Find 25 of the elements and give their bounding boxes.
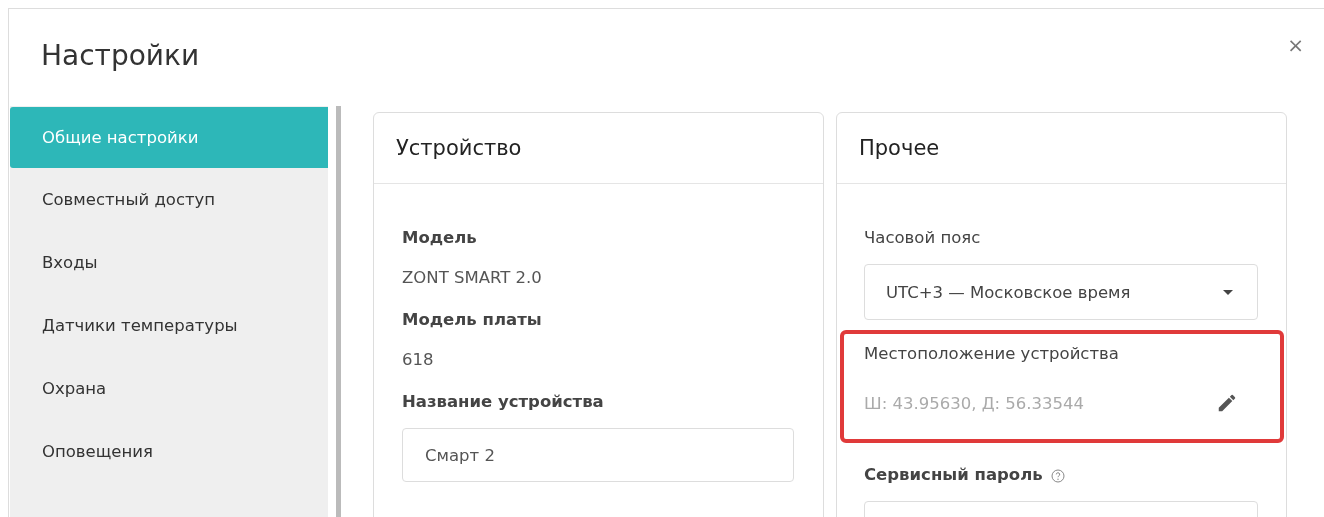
field-value: 618 xyxy=(402,350,435,371)
edit-icon[interactable] xyxy=(1216,392,1238,414)
card-title: Прочее xyxy=(837,113,1286,184)
card-title: Устройство xyxy=(374,113,823,184)
input-field[interactable]: Смарт 2 xyxy=(402,428,794,482)
coordinates-text: Ш: 43.95630, Д: 56.33544 xyxy=(864,393,1085,413)
sidebar-item[interactable]: Входы xyxy=(10,231,328,294)
field-value: ZONT SMART 2.0 xyxy=(402,268,543,289)
close-button[interactable]: × xyxy=(1283,31,1308,59)
field-label: Модель xyxy=(402,228,478,249)
field-label: Местоположение устройства xyxy=(864,344,1120,365)
field-label: Часовой пояс xyxy=(864,228,982,249)
field-label: Название устройства xyxy=(402,392,605,413)
field-label: Модель платы xyxy=(402,310,543,331)
sidebar-item[interactable]: Датчики температуры xyxy=(10,294,328,357)
timezone-dropdown[interactable]: UTC+3 — Московское время xyxy=(864,264,1258,320)
sidebar-item[interactable]: Совместный доступ xyxy=(10,168,328,231)
sidebar-item[interactable]: Оповещения xyxy=(10,420,328,483)
field-label: Сервисный пароль xyxy=(864,465,1043,486)
scrollbar[interactable] xyxy=(336,106,341,517)
window-title: Настройки xyxy=(41,39,200,74)
dropdown-value: UTC+3 — Московское время xyxy=(886,282,1131,302)
sidebar-item[interactable]: Охрана xyxy=(10,357,328,420)
caret-icon xyxy=(1223,289,1233,295)
help-icon[interactable] xyxy=(1050,469,1065,483)
